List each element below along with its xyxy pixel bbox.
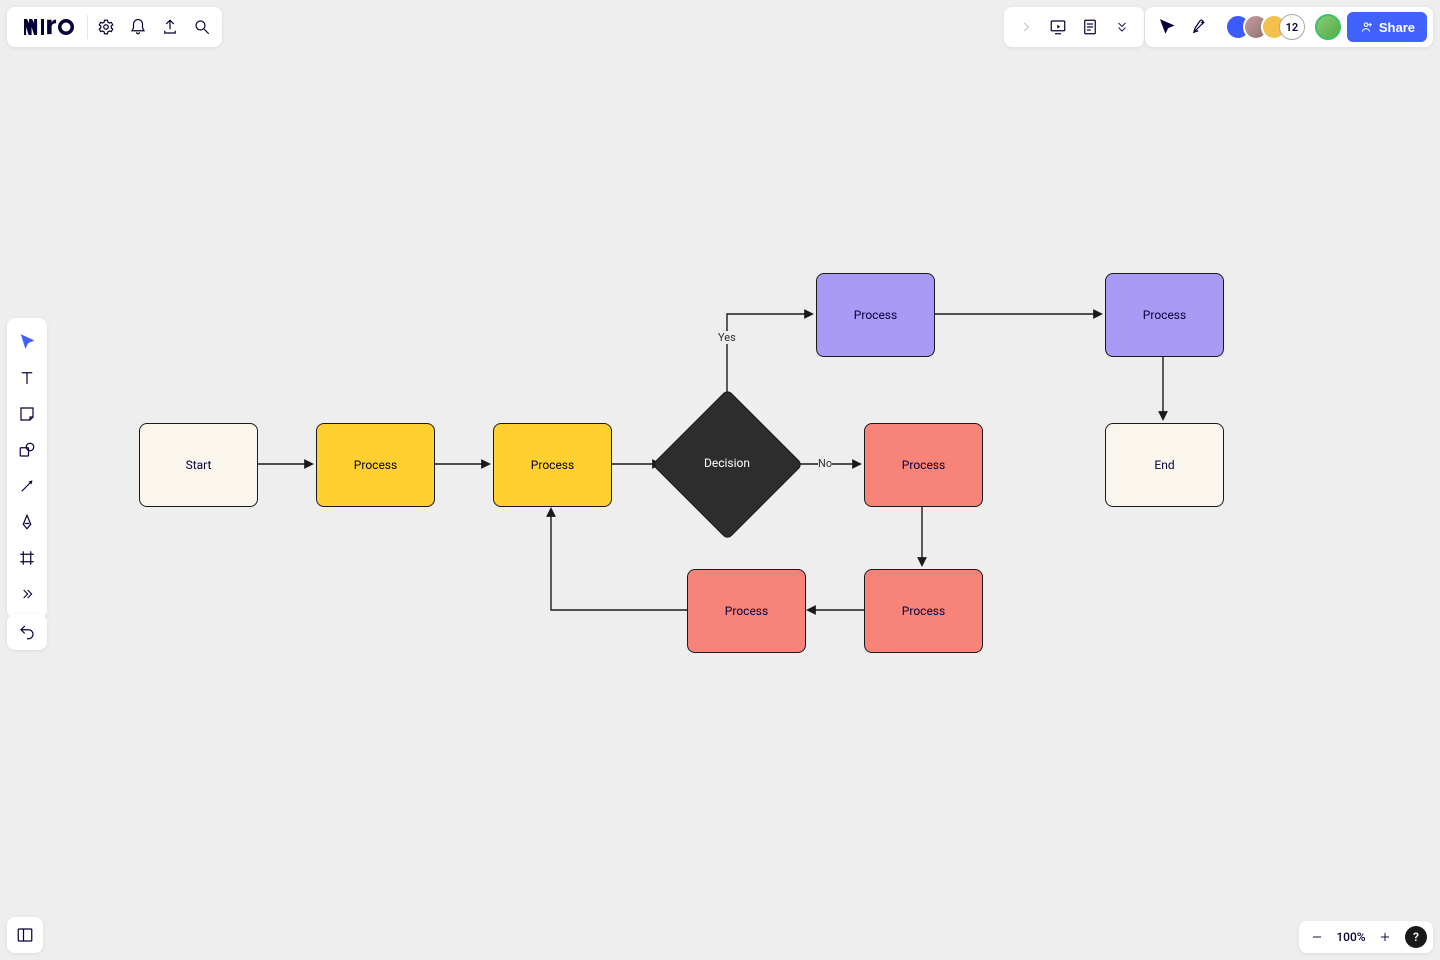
miro-logo[interactable] [19, 15, 79, 39]
node-process-no-2[interactable]: Process [864, 569, 983, 653]
bell-icon[interactable] [122, 11, 154, 43]
edge-label-yes: Yes [718, 331, 736, 344]
collaborator-avatars[interactable]: 12 [1225, 14, 1305, 40]
node-process-no-3[interactable]: Process [687, 569, 806, 653]
view-panel [1004, 7, 1144, 47]
divider [87, 15, 88, 39]
frame-tool-icon[interactable] [9, 540, 45, 576]
shapes-tool-icon[interactable] [9, 432, 45, 468]
node-label: Process [531, 458, 574, 472]
sticky-tool-icon[interactable] [9, 396, 45, 432]
node-label: Process [354, 458, 397, 472]
canvas[interactable]: Start Process Process Process Process Pr… [0, 0, 1440, 960]
present-icon[interactable] [1042, 11, 1074, 43]
share-button[interactable]: Share [1347, 12, 1427, 42]
more-tools-icon[interactable] [9, 576, 45, 612]
node-label: Process [725, 604, 768, 618]
avatar-overflow-count[interactable]: 12 [1279, 14, 1305, 40]
minimap-toggle[interactable] [7, 917, 43, 953]
search-icon[interactable] [186, 11, 218, 43]
node-process-yes-2[interactable]: Process [1105, 273, 1224, 357]
node-label: Process [902, 458, 945, 472]
undo-panel [7, 614, 47, 650]
chevron-right-icon[interactable] [1010, 11, 1042, 43]
notes-icon[interactable] [1074, 11, 1106, 43]
node-label: End [1154, 458, 1174, 472]
node-end[interactable]: End [1105, 423, 1224, 507]
avatar-me[interactable] [1315, 14, 1341, 40]
node-label: Process [854, 308, 897, 322]
chevron-double-down-icon[interactable] [1106, 11, 1138, 43]
node-label: Start [186, 458, 212, 472]
main-menu-panel [7, 7, 222, 47]
share-button-label: Share [1379, 20, 1415, 35]
text-tool-icon[interactable] [9, 360, 45, 396]
connector-tool-icon[interactable] [9, 468, 45, 504]
undo-icon[interactable] [11, 616, 43, 648]
edge-label-no: No [818, 457, 832, 470]
node-start[interactable]: Start [139, 423, 258, 507]
zoom-panel: 100% ? [1299, 921, 1433, 953]
export-icon[interactable] [154, 11, 186, 43]
zoom-in-button[interactable] [1373, 925, 1397, 949]
collab-panel: 12 Share [1145, 7, 1433, 47]
zoom-level[interactable]: 100% [1333, 930, 1369, 944]
node-process-2[interactable]: Process [493, 423, 612, 507]
node-label: Process [1143, 308, 1186, 322]
settings-icon[interactable] [90, 11, 122, 43]
zoom-out-button[interactable] [1305, 925, 1329, 949]
help-button[interactable]: ? [1405, 926, 1427, 948]
reactions-icon[interactable] [1183, 11, 1215, 43]
left-toolbar [7, 318, 47, 618]
select-tool-icon[interactable] [9, 324, 45, 360]
pen-tool-icon[interactable] [9, 504, 45, 540]
node-label: Process [902, 604, 945, 618]
cursor-icon[interactable] [1151, 11, 1183, 43]
node-process-yes-1[interactable]: Process [816, 273, 935, 357]
node-decision-label: Decision [667, 456, 787, 470]
node-process-no-1[interactable]: Process [864, 423, 983, 507]
node-process-1[interactable]: Process [316, 423, 435, 507]
